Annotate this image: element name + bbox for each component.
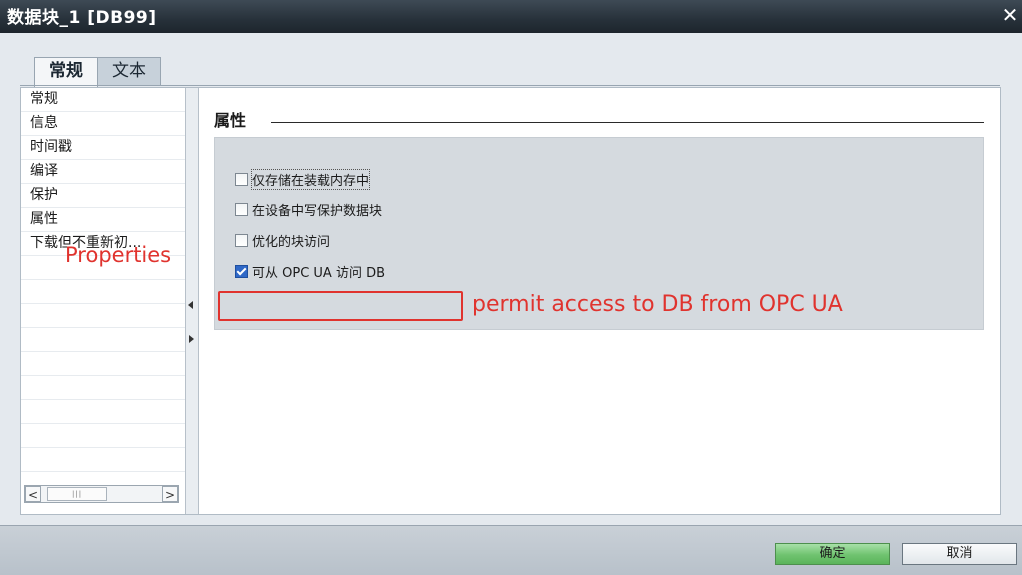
- option-opc-ua-access[interactable]: 可从 OPC UA 访问 DB: [235, 262, 386, 281]
- scrollbar-grip-icon: |||: [72, 490, 83, 498]
- nav-empty-row: [21, 376, 185, 400]
- nav-item-attributes[interactable]: 属性: [21, 208, 185, 232]
- annotation-opc-ua: permit access to DB from OPC UA: [472, 292, 843, 317]
- option-write-protect[interactable]: 在设备中写保护数据块: [235, 200, 383, 219]
- option-load-memory-only[interactable]: 仅存储在装载内存中: [235, 168, 371, 190]
- ok-button[interactable]: 确定: [775, 543, 890, 565]
- close-icon[interactable]: ✕: [1000, 2, 1020, 28]
- checkbox[interactable]: [235, 172, 248, 186]
- nav-item-timestamp[interactable]: 时间戳: [21, 136, 185, 160]
- scroll-right-icon[interactable]: >: [162, 486, 178, 502]
- dialog-footer: 确定 取消: [0, 525, 1022, 575]
- nav-empty-row: [21, 328, 185, 352]
- nav-item-compile[interactable]: 编译: [21, 160, 185, 184]
- expand-right-icon[interactable]: [189, 335, 194, 343]
- nav-empty-row: [21, 424, 185, 448]
- checkbox-checked[interactable]: [235, 264, 248, 278]
- annotation-properties: Properties: [65, 243, 172, 267]
- nav-empty-row: [21, 304, 185, 328]
- tab-strip: 常规 文本: [34, 57, 161, 87]
- section-divider: [271, 122, 984, 123]
- nav-horizontal-scrollbar[interactable]: < ||| >: [24, 485, 179, 503]
- option-label: 可从 OPC UA 访问 DB: [252, 265, 386, 281]
- nav-empty-row: [21, 352, 185, 376]
- nav-tree: 常规 信息 时间戳 编译 保护 属性 下载但不重新初... < ||| >: [21, 88, 185, 506]
- nav-item-general[interactable]: 常规: [21, 88, 185, 112]
- nav-item-protection[interactable]: 保护: [21, 184, 185, 208]
- nav-empty-row: [21, 280, 185, 304]
- nav-empty-row: [21, 400, 185, 424]
- title-bar: 数据块_1 [DB99] ✕: [0, 0, 1022, 33]
- option-label: 在设备中写保护数据块: [252, 203, 383, 219]
- option-label: 仅存储在装载内存中: [250, 168, 371, 190]
- highlight-box: [218, 291, 463, 321]
- panel-splitter[interactable]: [185, 88, 199, 514]
- dialog-body: 常规 文本 常规 信息 时间戳 编译 保护 属性 下载但不重新初... < ||…: [0, 33, 1022, 525]
- checkbox[interactable]: [235, 202, 248, 216]
- checkbox[interactable]: [235, 233, 248, 247]
- tab-text[interactable]: 文本: [97, 57, 161, 85]
- nav-empty-row: [21, 448, 185, 472]
- window-title: 数据块_1 [DB99]: [7, 8, 157, 28]
- section-title: 属性: [214, 111, 247, 130]
- cancel-button[interactable]: 取消: [902, 543, 1017, 565]
- option-optimized-access[interactable]: 优化的块访问: [235, 231, 331, 250]
- tab-divider: [20, 85, 1000, 86]
- scroll-left-icon[interactable]: <: [25, 486, 41, 502]
- scrollbar-thumb[interactable]: |||: [47, 487, 107, 501]
- collapse-left-icon[interactable]: [188, 301, 193, 309]
- tab-general[interactable]: 常规: [34, 57, 98, 87]
- option-label: 优化的块访问: [252, 234, 331, 250]
- nav-item-info[interactable]: 信息: [21, 112, 185, 136]
